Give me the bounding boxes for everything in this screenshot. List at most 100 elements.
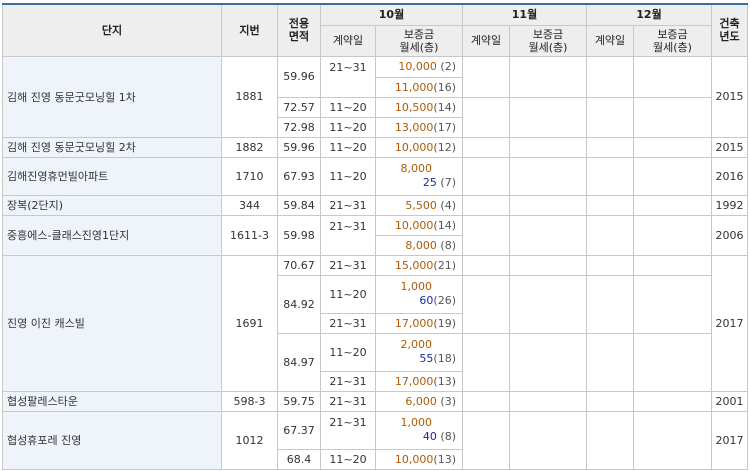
floor: (17) xyxy=(433,120,456,134)
empty-cell xyxy=(633,332,712,392)
contract-day: 11~20 xyxy=(320,156,376,196)
header-month-11: 11월 xyxy=(462,3,587,26)
lot-number: 1691 xyxy=(221,254,278,392)
area: 59.84 xyxy=(277,194,321,216)
empty-cell xyxy=(633,214,712,256)
header-deposit-10: 보증금 월세(층) xyxy=(375,24,463,57)
area: 72.98 xyxy=(277,116,321,138)
deposit: 15,000 xyxy=(394,258,434,272)
deposit: 17,000 xyxy=(394,316,434,330)
deposit: 1,000 xyxy=(400,416,433,429)
empty-cell xyxy=(462,136,510,158)
empty-cell xyxy=(633,390,712,412)
header-contract-day-12: 계약일 xyxy=(586,24,634,57)
area: 67.93 xyxy=(277,156,321,196)
deposit: 10,500 xyxy=(394,100,434,114)
deposit: 13,000 xyxy=(394,120,434,134)
empty-cell xyxy=(633,96,712,138)
contract-day: 11~20 xyxy=(320,136,376,158)
floor: (8) xyxy=(440,238,456,252)
area: 72.57 xyxy=(277,96,321,118)
deposit-cell: 5,500 (4) xyxy=(375,194,463,216)
contract-day: 21~31 xyxy=(320,312,376,334)
empty-cell xyxy=(586,156,634,196)
floor: (14) xyxy=(433,218,456,232)
deposit: 10,000 xyxy=(394,218,434,232)
deposit-cell: 10,500(14) xyxy=(375,96,463,118)
deposit-cell: 10,000(12) xyxy=(375,136,463,158)
built-year: 2016 xyxy=(711,156,748,196)
deposit-cell: 17,000(19) xyxy=(375,312,463,334)
built-year: 2017 xyxy=(711,410,748,470)
contract-day: 21~31 xyxy=(320,254,376,276)
header-area: 전용 면적 xyxy=(277,3,321,57)
complex-name: 김해 진영 동문굿모닝힐 1차 xyxy=(2,55,222,138)
deposit: 1,000 xyxy=(400,280,433,293)
deposit-cell: 13,000(17) xyxy=(375,116,463,138)
empty-cell xyxy=(586,332,634,392)
empty-cell xyxy=(509,136,587,158)
monthly-rent: 60 xyxy=(419,294,434,307)
empty-cell xyxy=(633,274,712,334)
empty-cell xyxy=(586,214,634,256)
empty-cell xyxy=(509,214,587,256)
empty-cell xyxy=(633,156,712,196)
empty-cell xyxy=(462,254,510,276)
empty-cell xyxy=(633,136,712,158)
deposit: 6,000 xyxy=(405,394,437,408)
header-built-year-text: 건축 년도 xyxy=(719,17,740,44)
empty-cell xyxy=(509,156,587,196)
floor: (7) xyxy=(440,176,456,189)
contract-day: 11~20 xyxy=(320,332,376,372)
lot-number: 1881 xyxy=(221,55,278,138)
monthly-rent: 25 xyxy=(422,176,437,189)
deposit: 17,000 xyxy=(394,374,434,388)
contract-day: 21~31 xyxy=(320,370,376,392)
built-year: 2015 xyxy=(711,55,748,138)
empty-cell xyxy=(633,254,712,276)
empty-cell xyxy=(509,332,587,392)
header-complex: 단지 xyxy=(2,3,222,57)
lot-number: 1710 xyxy=(221,156,278,196)
empty-cell xyxy=(633,55,712,98)
floor: (13) xyxy=(433,374,456,388)
floor: (8) xyxy=(440,430,456,443)
deposit-cell: 10,000(13) xyxy=(375,448,463,470)
complex-name: 김해진영휴먼빌아파트 xyxy=(2,156,222,196)
deposit: 5,500 xyxy=(405,198,437,212)
empty-cell xyxy=(586,96,634,138)
empty-cell xyxy=(462,410,510,470)
empty-cell xyxy=(509,194,587,216)
floor: (3) xyxy=(440,394,456,408)
floor: (4) xyxy=(440,198,456,212)
header-month-10: 10월 xyxy=(320,3,463,26)
header-deposit-11: 보증금 월세(층) xyxy=(509,24,587,57)
built-year: 2017 xyxy=(711,254,748,392)
deposit-cell: 11,000(16) xyxy=(375,76,463,98)
deposit-cell: 1,000 60(26) xyxy=(375,274,463,314)
area: 84.92 xyxy=(277,274,321,334)
floor: (12) xyxy=(433,140,456,154)
deposit: 11,000 xyxy=(394,80,434,94)
contract-day: 11~20 xyxy=(320,116,376,138)
contract-day: 21~31 xyxy=(320,55,376,98)
header-area-text: 전용 면적 xyxy=(288,17,310,44)
empty-cell xyxy=(462,332,510,392)
contract-day: 21~31 xyxy=(320,194,376,216)
empty-cell xyxy=(509,55,587,98)
floor: (18) xyxy=(433,352,456,365)
header-contract-day-11: 계약일 xyxy=(462,24,510,57)
deposit-cell: 1,000 40 (8) xyxy=(375,410,463,450)
empty-cell xyxy=(586,254,634,276)
lot-number: 598-3 xyxy=(221,390,278,412)
contract-day: 21~31 xyxy=(320,390,376,412)
complex-name: 협성팔레스타운 xyxy=(2,390,222,412)
monthly-rent: 40 xyxy=(422,430,437,443)
deposit-cell: 10,000(14) xyxy=(375,214,463,236)
area: 59.96 xyxy=(277,55,321,98)
header-month-12: 12월 xyxy=(586,3,712,26)
empty-cell xyxy=(509,410,587,470)
empty-cell xyxy=(509,96,587,138)
lot-number: 1012 xyxy=(221,410,278,470)
contract-day: 21~31 xyxy=(320,410,376,450)
